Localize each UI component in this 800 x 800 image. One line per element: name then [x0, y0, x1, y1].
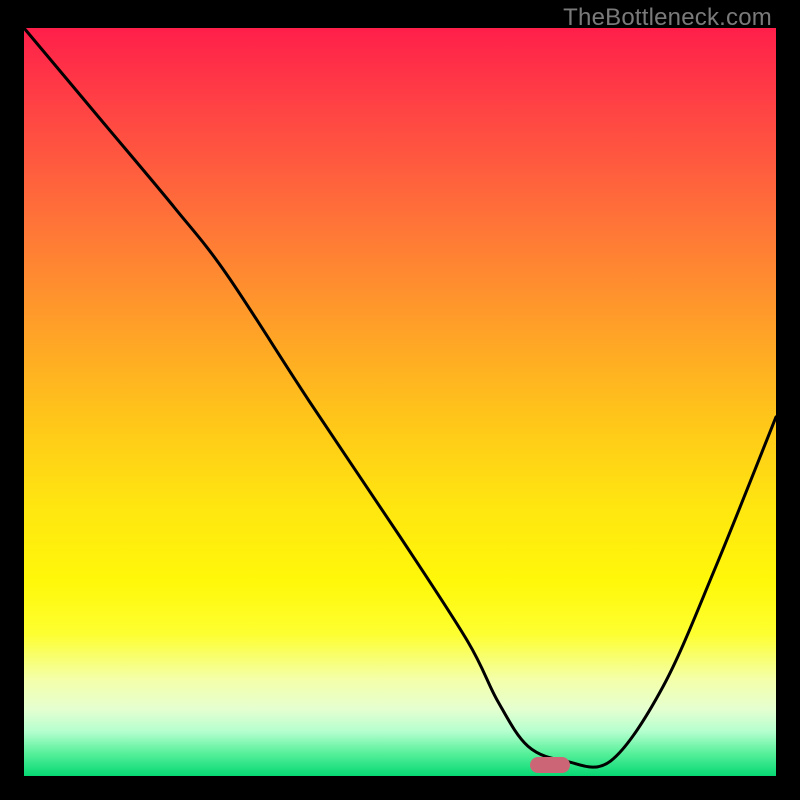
optimal-marker — [530, 757, 570, 773]
bottleneck-curve — [24, 28, 776, 776]
chart-frame — [24, 28, 776, 776]
watermark-text: TheBottleneck.com — [563, 4, 772, 32]
